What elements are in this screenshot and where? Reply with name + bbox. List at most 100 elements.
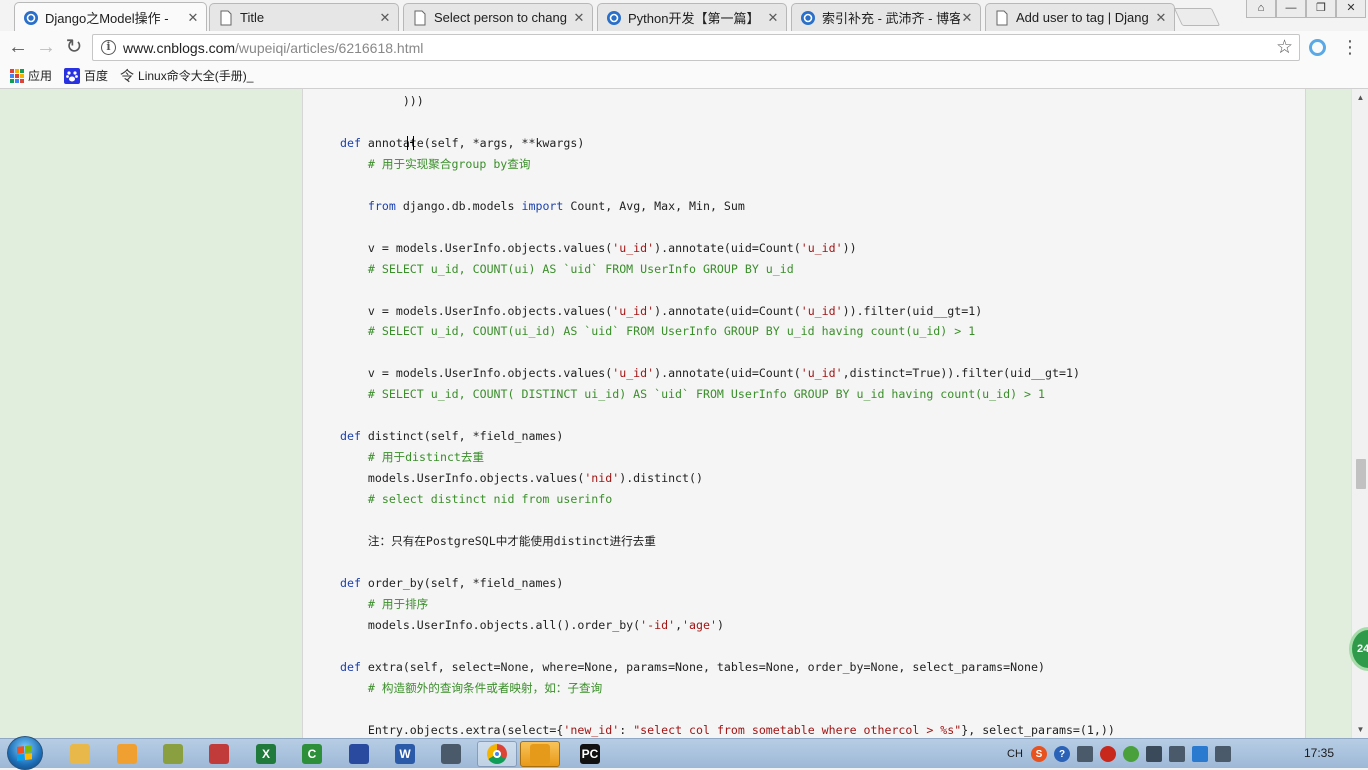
extension-icon[interactable] xyxy=(1309,39,1326,56)
tab-django-model[interactable]: Django之Model操作 - ✕ xyxy=(14,2,207,32)
code-line: ))) xyxy=(340,93,424,109)
bookmark-apps[interactable]: 应用 xyxy=(10,67,52,84)
code-text: Entry.objects.extra(select={ xyxy=(340,723,564,737)
taskbar-excel-button[interactable]: X xyxy=(246,741,286,767)
code-text: ).distinct() xyxy=(619,471,703,485)
url-host: www.cnblogs.com xyxy=(123,40,236,56)
taskbar-icon-label: X xyxy=(261,747,270,761)
close-icon[interactable]: ✕ xyxy=(378,10,392,26)
code-string: 'u_id' xyxy=(800,304,843,318)
taskbar-pycharm-button[interactable]: PC xyxy=(570,741,610,767)
sogou-icon[interactable]: S xyxy=(1031,746,1047,762)
tab-index-supplement[interactable]: 索引补充 - 武沛齐 - 博客 ✕ xyxy=(791,3,981,31)
tab-add-user-to-tag[interactable]: Add user to tag | Djang ✕ xyxy=(985,3,1175,31)
word-icon: W xyxy=(395,744,415,764)
volume-icon[interactable] xyxy=(1215,746,1231,762)
menu-icon[interactable]: ⋮ xyxy=(1340,34,1360,60)
tab-title: Python开发【第一篇】 xyxy=(628,11,760,26)
code-comment: # 用于distinct去重 xyxy=(340,450,485,464)
reload-button[interactable]: ↻ xyxy=(61,34,87,60)
code-text: Count, Avg, Max, Min, Sum xyxy=(570,199,745,213)
code-string: 'u_id' xyxy=(612,304,655,318)
user-icon[interactable]: ⌂ xyxy=(1246,0,1276,18)
code-string: '-id' xyxy=(640,618,676,632)
close-icon[interactable]: ✕ xyxy=(766,10,780,26)
taskbar-network-tool-button[interactable] xyxy=(431,741,471,767)
code-text: annotate(self, *args, **kwargs) xyxy=(367,136,585,150)
code-comment: # select distinct nid from userinfo xyxy=(340,492,613,506)
taskbar-save-app-button[interactable] xyxy=(339,741,379,767)
taskbar-word-button[interactable]: W xyxy=(385,741,425,767)
scrollbar-thumb[interactable] xyxy=(1356,459,1366,489)
cross-icon[interactable] xyxy=(1123,746,1139,762)
code-string: 'u_id' xyxy=(612,366,655,380)
address-bar[interactable]: i www.cnblogs.com/wupeiqi/articles/62166… xyxy=(92,34,1300,61)
minimize-button[interactable]: — xyxy=(1276,0,1306,18)
bookmark-label: Linux命令大全(手册)_ xyxy=(138,69,254,83)
clock[interactable]: 17:35 xyxy=(1304,746,1334,760)
bookmark-star-icon[interactable]: ☆ xyxy=(1276,36,1293,59)
code-text: extra(self, select=None, where=None, par… xyxy=(367,660,1045,674)
code-text: ) xyxy=(716,618,724,632)
tab-title: Add user to tag | Djang xyxy=(1016,10,1149,25)
tab-title: 索引补充 - 武沛齐 - 博客 xyxy=(822,11,960,26)
tray-label: S xyxy=(1035,748,1043,760)
code-text: order_by(self, *field_names) xyxy=(367,576,564,590)
site-info-icon[interactable]: i xyxy=(101,40,116,55)
code-text: 注：只有在PostgreSQL中才能使用distinct进行去重 xyxy=(340,534,656,548)
code-string: 'age' xyxy=(682,618,717,632)
code-keyword: def xyxy=(340,576,368,590)
new-tab-button[interactable] xyxy=(1173,8,1221,26)
url-text[interactable]: www.cnblogs.com/wupeiqi/articles/6216618… xyxy=(123,40,423,56)
page-viewport[interactable]: ))) def annotate(self, *args, **kwargs) #… xyxy=(0,89,1351,738)
code-string: "select col from sometable where otherco… xyxy=(633,723,962,737)
code-text: v = models.UserInfo.objects.values( xyxy=(340,241,613,255)
taskbar-c-app-button[interactable]: C xyxy=(292,741,332,767)
display-icon[interactable] xyxy=(1169,746,1185,762)
help-icon[interactable]: ? xyxy=(1054,746,1070,762)
code-text: distinct(self, *field_names) xyxy=(367,429,564,443)
taskbar-paint-button[interactable] xyxy=(107,741,147,767)
scroll-down-arrow-icon[interactable]: ▼ xyxy=(1352,721,1368,738)
code-string: 'nid' xyxy=(584,471,620,485)
code-line: # SELECT u_id, COUNT( DISTINCT ui_id) AS… xyxy=(340,386,1045,402)
tool-icon xyxy=(209,744,229,764)
close-icon[interactable]: ✕ xyxy=(572,10,586,26)
taskbar-tool-button[interactable] xyxy=(199,741,239,767)
window-close-button[interactable]: ✕ xyxy=(1336,0,1366,18)
close-icon[interactable]: ✕ xyxy=(1154,10,1168,26)
tab-title-page[interactable]: Title ✕ xyxy=(209,3,399,31)
input-method-icon[interactable] xyxy=(1192,746,1208,762)
code-line: # SELECT u_id, COUNT(ui_id) AS `uid` FRO… xyxy=(340,323,975,339)
code-line: # select distinct nid from userinfo xyxy=(340,491,612,507)
start-button[interactable] xyxy=(7,736,43,770)
restore-button[interactable]: ❐ xyxy=(1306,0,1336,18)
scroll-up-arrow-icon[interactable]: ▲ xyxy=(1352,89,1368,106)
code-line: # 用于实现聚合group by查询 xyxy=(340,156,531,172)
blog-logo-icon xyxy=(24,10,38,25)
taskbar-notepad-button[interactable] xyxy=(153,741,193,767)
taskbar-explorer-button[interactable] xyxy=(60,741,100,767)
record-icon[interactable] xyxy=(1100,746,1116,762)
taskbar-chrome-button[interactable] xyxy=(477,741,517,767)
blog-logo-icon xyxy=(801,10,815,25)
monitor-icon[interactable] xyxy=(1146,746,1162,762)
ime-indicator[interactable]: CH xyxy=(1006,748,1024,760)
back-button[interactable]: ← xyxy=(5,34,31,60)
network-icon[interactable] xyxy=(1077,746,1093,762)
forward-button[interactable]: → xyxy=(33,34,59,60)
bookmark-linux[interactable]: 令 Linux命令大全(手册)_ xyxy=(120,66,253,86)
tab-select-person[interactable]: Select person to chang ✕ xyxy=(403,3,593,31)
tab-python-dev[interactable]: Python开发【第一篇】 ✕ xyxy=(597,3,787,31)
apps-grid-icon xyxy=(10,68,24,83)
linux-icon: 令 xyxy=(120,67,135,84)
code-line: def distinct(self, *field_names) xyxy=(340,428,563,444)
code-line: def order_by(self, *field_names) xyxy=(340,575,563,591)
close-icon[interactable]: ✕ xyxy=(960,10,974,26)
code-string: 'u_id' xyxy=(800,241,843,255)
code-line: models.UserInfo.objects.values('nid').di… xyxy=(340,470,703,486)
close-icon[interactable]: ✕ xyxy=(186,10,200,26)
bookmark-baidu[interactable]: 百度 xyxy=(64,67,108,84)
taskbar-audio-app-button[interactable] xyxy=(520,741,560,767)
code-line: # 用于排序 xyxy=(340,596,428,612)
